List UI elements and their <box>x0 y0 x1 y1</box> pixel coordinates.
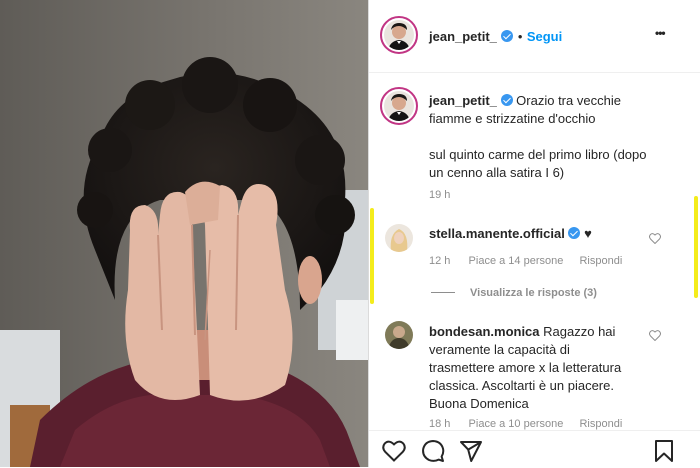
comment-body-line2: veramente la capacità di <box>429 342 570 357</box>
comment-time: 12 h <box>429 255 451 267</box>
caption-username[interactable]: jean_petit_ <box>429 93 497 108</box>
commenter-avatar[interactable] <box>385 224 413 252</box>
header-title-row: jean_petit_ • Segui <box>429 28 562 46</box>
reply-button[interactable]: Rispondi <box>579 255 622 267</box>
avatar-image <box>384 20 414 50</box>
post-side-panel: jean_petit_ • Segui ••• jean_petit_ Oraz… <box>368 0 700 468</box>
reply-button[interactable]: Rispondi <box>579 418 622 430</box>
comment-username[interactable]: bondesan.monica <box>429 324 540 339</box>
post-header: jean_petit_ • Segui ••• <box>369 0 700 73</box>
avatar-image <box>384 91 414 121</box>
caption-body-line2: un cenno alla satira I 6) <box>429 165 565 180</box>
caption-title-line2: fiamme e strizzatine d'occhio <box>429 111 596 126</box>
avatar-image <box>385 224 413 252</box>
bookmark-icon[interactable] <box>653 439 675 463</box>
caption-title-line1: Orazio tra vecchie <box>516 93 621 108</box>
caption-body: sul quinto carme del primo libro (dopo u… <box>429 146 694 182</box>
caption-text: jean_petit_ Orazio tra vecchie fiamme e … <box>429 92 689 128</box>
comment-icon[interactable] <box>421 439 445 463</box>
verified-icon <box>568 227 581 239</box>
comment-body-line1: Ragazzo hai <box>543 324 616 339</box>
follow-button[interactable]: Segui <box>527 29 562 44</box>
avatar-image <box>385 321 413 349</box>
highlight-mark-left <box>370 208 374 304</box>
comment-body: ♥ <box>584 226 592 241</box>
action-bar <box>369 430 700 468</box>
replies-divider <box>431 292 455 293</box>
caption-body-line1: sul quinto carme del primo libro (dopo <box>429 147 647 162</box>
comment-meta: 12 h Piace a 14 persone Rispondi <box>429 255 622 267</box>
comment-body-line3: trasmettere amore x la letteratura <box>429 360 622 375</box>
heart-icon[interactable] <box>382 440 406 462</box>
comment-username[interactable]: stella.manente.official <box>429 226 565 241</box>
comment-body-line5: Buona Domenica <box>429 396 529 411</box>
verified-icon <box>501 30 514 42</box>
post-photo[interactable] <box>0 0 368 467</box>
comment-likes[interactable]: Piace a 14 persone <box>469 255 564 267</box>
comment-like-icon[interactable] <box>649 330 661 341</box>
commenter-avatar[interactable] <box>385 321 413 349</box>
comment-body-line4: classica. Ascoltarti è un piacere. <box>429 378 614 393</box>
comment-meta: 18 h Piace a 10 persone Rispondi <box>429 418 622 430</box>
comment-text: stella.manente.official ♥ <box>429 225 592 243</box>
view-replies-button[interactable]: Visualizza le risposte (3) <box>470 287 597 299</box>
author-avatar[interactable] <box>380 16 418 54</box>
caption-avatar[interactable] <box>380 87 418 125</box>
more-options-icon[interactable]: ••• <box>655 26 666 40</box>
caption-timestamp: 19 h <box>429 189 451 201</box>
comment-like-icon[interactable] <box>649 233 661 244</box>
comment-time: 18 h <box>429 418 451 430</box>
post-image <box>0 0 368 467</box>
header-username[interactable]: jean_petit_ <box>429 29 497 44</box>
verified-icon <box>500 94 513 106</box>
separator-dot: • <box>517 29 523 44</box>
instagram-post-window: jean_petit_ • Segui ••• jean_petit_ Oraz… <box>0 0 700 468</box>
highlight-mark-right <box>694 196 698 298</box>
comment-likes[interactable]: Piace a 10 persone <box>469 418 564 430</box>
send-icon[interactable] <box>459 439 483 463</box>
